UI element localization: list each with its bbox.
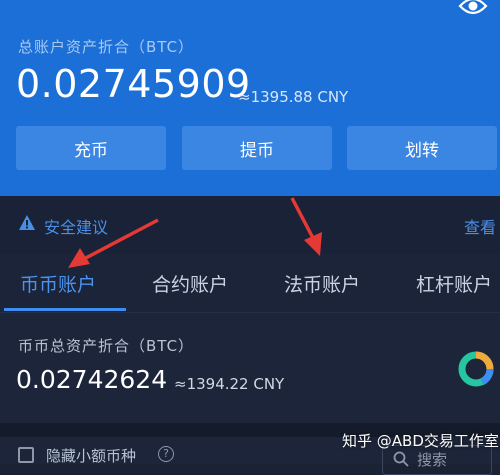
pie-chart-icon[interactable] [456, 349, 496, 389]
warning-icon [19, 215, 35, 230]
hide-small-label: 隐藏小额币种 [46, 447, 137, 465]
withdraw-button[interactable]: 提币 [182, 126, 332, 170]
spot-assets-cny: ≈1394.22 CNY [174, 375, 285, 393]
transfer-button[interactable]: 划转 [347, 126, 497, 170]
safety-advice-label: 安全建议 [44, 218, 109, 237]
eye-icon[interactable] [458, 0, 488, 18]
safety-advice-bar[interactable]: 安全建议 查看 [0, 196, 500, 254]
spot-assets-label: 币币总资产折合（BTC） [18, 337, 195, 355]
tab-contract-account[interactable]: 合约账户 [152, 270, 228, 297]
tab-margin-account[interactable]: 杠杆账户 [416, 270, 492, 297]
active-tab-indicator [4, 308, 126, 311]
spot-asset-summary: 币币总资产折合（BTC） 0.02742624 ≈1394.22 CNY [0, 313, 500, 423]
tab-fiat-account[interactable]: 法币账户 [284, 270, 360, 297]
account-header: 总账户资产折合（BTC） 0.02745909 ≈1395.88 CNY 充币 … [0, 0, 500, 196]
spot-assets-btc: 0.02742624 [16, 365, 168, 394]
account-tabs: 币币账户 合约账户 法币账户 杠杆账户 [0, 254, 500, 313]
help-icon[interactable]: ? [158, 446, 174, 462]
hide-small-checkbox[interactable] [18, 447, 34, 463]
search-input[interactable] [417, 449, 487, 471]
view-link[interactable]: 查看 [464, 214, 496, 238]
search-icon [393, 451, 409, 467]
deposit-button[interactable]: 充币 [16, 126, 166, 170]
watermark: 知乎 @ABD交易工作室 [342, 432, 499, 450]
total-assets-label: 总账户资产折合（BTC） [18, 38, 195, 56]
total-assets-btc: 0.02745909 [16, 62, 251, 106]
tab-spot-account[interactable]: 币币账户 [20, 270, 96, 297]
total-assets-cny: ≈1395.88 CNY [238, 88, 349, 106]
